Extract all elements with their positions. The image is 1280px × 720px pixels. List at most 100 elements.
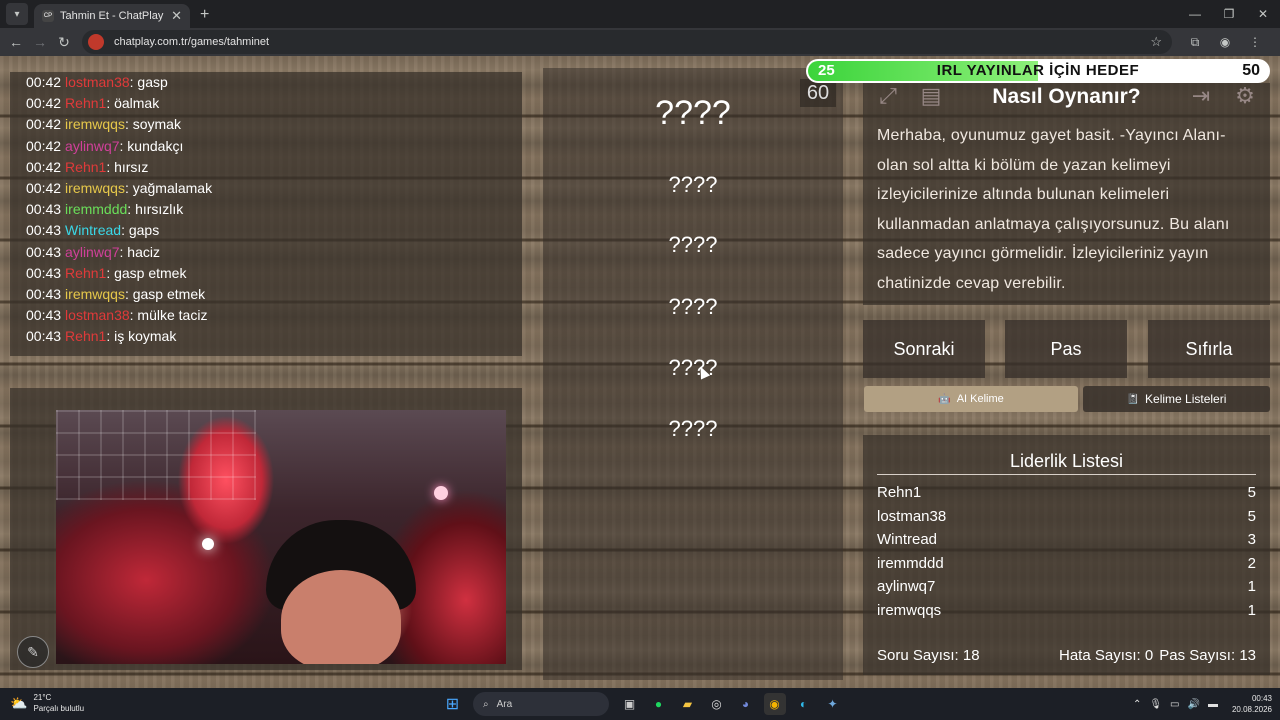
bookmark-star-icon[interactable]: ☆ — [1150, 34, 1162, 50]
chat-username[interactable]: iremwqqs — [65, 286, 125, 302]
chat-username[interactable]: Rehn1 — [65, 328, 106, 344]
spotify-icon[interactable]: ● — [648, 693, 670, 715]
tab-title: Tahmin Et - ChatPlay — [60, 10, 164, 22]
leaderboard-score: 1 — [1247, 602, 1256, 619]
chat-text: : gasp etmek — [124, 285, 206, 302]
leaderboard-row: aylinwq7 1 — [877, 578, 1256, 602]
leaderboard-row: iremmddd 2 — [877, 555, 1256, 579]
chat-message: 00:43 iremmddd: hırsızlık — [26, 199, 506, 220]
menu-icon[interactable]: ⋮ — [1240, 35, 1270, 50]
windows-start-icon[interactable]: ⊞ — [442, 693, 464, 715]
forward-icon[interactable]: → — [28, 34, 52, 50]
weather-widget[interactable]: ⛅ 21°C Parçalı bulutlu — [10, 692, 84, 714]
browser-tab-bar: ▾ CP Tahmin Et - ChatPlay ✕ + — ❐ ✕ — [0, 0, 1280, 28]
task-view-icon[interactable]: ▣ — [619, 693, 641, 715]
leaderboard-row: Wintread 3 — [877, 531, 1256, 555]
chat-timestamp: 00:42 — [26, 116, 62, 133]
chat-text: : yağmalamak — [124, 179, 213, 196]
system-tray: ⌃ 🎙 ▭ 🔊 ▬ 00:43 20.08.2026 — [1129, 692, 1272, 716]
word-lists-button[interactable]: 📓 Kelime Listeleri — [1083, 386, 1270, 412]
chat-username[interactable]: Rehn1 — [65, 265, 106, 281]
app-icon[interactable]: ◎ — [706, 693, 728, 715]
tray-overflow-icon[interactable]: ⌃ — [1133, 699, 1141, 710]
exit-icon[interactable]: ⇥ — [1186, 81, 1216, 111]
volume-icon[interactable]: 🔊 — [1188, 699, 1200, 710]
tab-search-button[interactable]: ▾ — [6, 3, 28, 25]
restore-icon[interactable]: ❐ — [1212, 0, 1246, 28]
next-button[interactable]: Sonraki — [863, 320, 985, 378]
robot-icon: 🤖 — [938, 393, 951, 405]
discord-icon[interactable]: ◕ — [735, 693, 757, 715]
ai-word-button[interactable]: 🤖 AI Kelime — [864, 386, 1078, 412]
reset-button[interactable]: Sıfırla — [1148, 320, 1270, 378]
chat-username[interactable]: iremwqqs — [65, 180, 125, 196]
chat-message: 00:42 lostman38: gasp — [26, 72, 506, 93]
chrome-icon[interactable]: ◉ — [763, 693, 786, 715]
chat-username[interactable]: Rehn1 — [65, 159, 106, 175]
network-icon[interactable]: ▭ — [1170, 699, 1179, 710]
leaderboard-name: iremmddd — [877, 554, 944, 572]
chat-username[interactable]: iremwqqs — [65, 116, 125, 132]
clock-time: 00:43 — [1251, 694, 1272, 703]
window-controls: — ❐ ✕ — [1178, 0, 1280, 28]
chat-message: 00:42 Rehn1: hırsız — [26, 157, 506, 178]
fullscreen-icon[interactable]: ⤢ — [873, 81, 903, 111]
windows-taskbar: ⛅ 21°C Parçalı bulutlu ⊞ ⌕ Ara ▣ ● ▰ ◎ ◕… — [0, 688, 1280, 720]
goal-current: 25 — [818, 62, 835, 79]
word-lists-label: Kelime Listeleri — [1145, 392, 1227, 406]
search-icon: ⌕ — [483, 698, 489, 710]
browser-toolbar-right: ⧉ ◉ ⋮ — [1180, 35, 1270, 50]
chat-username[interactable]: Rehn1 — [65, 95, 106, 111]
taskbar-clock[interactable]: 00:43 20.08.2026 — [1232, 693, 1272, 715]
chat-timestamp: 00:43 — [26, 264, 62, 281]
leaderboard-score: 1 — [1247, 578, 1256, 596]
microphone-icon[interactable]: 🎙 — [1149, 699, 1162, 710]
settings-gear-icon[interactable]: ⚙ — [1230, 81, 1260, 111]
new-tab-icon[interactable]: + — [200, 6, 209, 24]
forbidden-word: ???? — [668, 232, 718, 257]
weather-condition: Parçalı bulutlu — [33, 704, 85, 713]
chat-text: : haciz — [119, 243, 160, 260]
reload-icon[interactable]: ↻ — [52, 34, 76, 51]
tab-favicon: CP — [42, 10, 54, 22]
back-icon[interactable]: ← — [4, 34, 28, 50]
pen-icon[interactable]: ✎ — [17, 636, 49, 668]
chat-message: 00:42 iremwqqs: yağmalamak — [26, 178, 506, 199]
taskbar-search-placeholder: Ara — [496, 698, 513, 710]
profile-icon[interactable]: ◉ — [1210, 35, 1240, 50]
chat-message: 00:43 lostman38: mülke taciz — [26, 305, 506, 326]
chat-username[interactable]: lostman38 — [65, 74, 130, 90]
chat-username[interactable]: aylinwq7 — [65, 138, 119, 154]
chat-text: : mülke taciz — [129, 307, 208, 324]
tab-close-icon[interactable]: ✕ — [171, 8, 182, 24]
chat-message: 00:43 Rehn1: gasp etmek — [26, 263, 506, 284]
extensions-icon[interactable]: ⧉ — [1180, 35, 1210, 50]
forbidden-word: ???? — [668, 416, 718, 441]
chat-message: 00:43 Wintread: gaps — [26, 220, 506, 241]
browser-tab[interactable]: CP Tahmin Et - ChatPlay ✕ — [34, 4, 190, 28]
main-word: ???? — [655, 94, 731, 132]
leaderboard-row: iremwqqs 1 — [877, 602, 1256, 626]
chat-timestamp: 00:42 — [26, 137, 62, 154]
minimize-icon[interactable]: — — [1178, 0, 1212, 28]
settings-app-icon[interactable]: ✦ — [822, 693, 844, 715]
question-count: Soru Sayısı: 18 — [877, 647, 980, 664]
chat-username[interactable]: Wintread — [65, 222, 121, 238]
pass-button[interactable]: Pas — [1005, 320, 1127, 378]
url-field[interactable]: chatplay.com.tr/games/tahminet ☆ — [82, 30, 1172, 54]
chat-message: 00:43 iremwqqs: gasp etmek — [26, 284, 506, 305]
chat-username[interactable]: lostman38 — [65, 307, 130, 323]
chat-username[interactable]: aylinwq7 — [65, 244, 119, 260]
edge-icon[interactable]: ◐ — [793, 693, 815, 715]
leaderboard-row: lostman38 5 — [877, 508, 1256, 532]
site-info-icon[interactable] — [88, 34, 104, 50]
chat-text: : öalmak — [106, 95, 160, 112]
leaderboard-score: 3 — [1247, 531, 1256, 549]
file-explorer-icon[interactable]: ▰ — [677, 693, 699, 715]
close-window-icon[interactable]: ✕ — [1246, 0, 1280, 28]
taskbar-search[interactable]: ⌕ Ara — [473, 692, 609, 716]
chat-username[interactable]: iremmddd — [65, 201, 127, 217]
document-icon[interactable]: ▤ — [916, 81, 946, 111]
battery-icon[interactable]: ▬ — [1208, 699, 1218, 710]
chat-timestamp: 00:43 — [26, 328, 62, 345]
